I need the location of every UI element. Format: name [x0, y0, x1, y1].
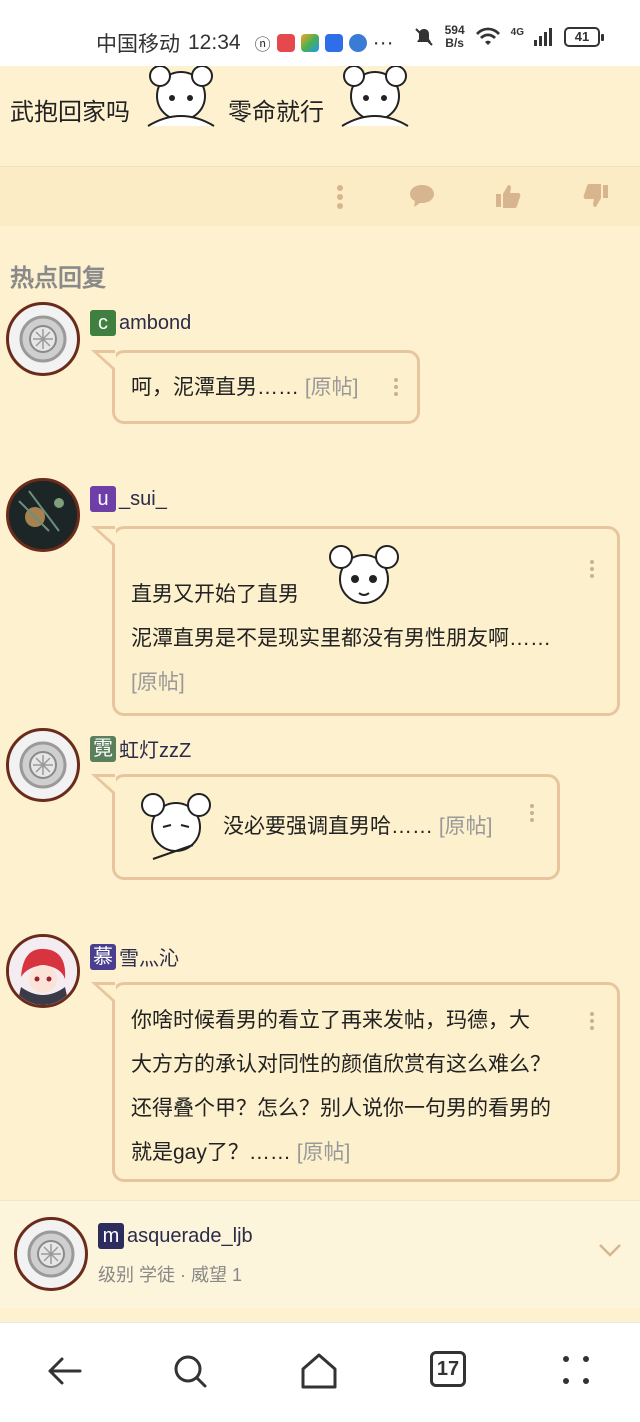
- post-text-b: 零命就行: [228, 99, 324, 126]
- app-blue-icon: [324, 34, 343, 52]
- reply-bubble[interactable]: 呵，泥潭直男…… [原帖]: [91, 350, 420, 424]
- original-post-link[interactable]: [原帖]: [131, 661, 551, 705]
- notification-icons: ⓝ ···: [255, 31, 394, 55]
- username-text: _sui_: [119, 487, 167, 510]
- signal-icon: [534, 28, 552, 46]
- username[interactable]: m asquerade_ljb: [98, 1223, 253, 1249]
- username-text: ambond: [119, 311, 192, 334]
- user-level-reputation: 级别 学徒 · 威望 1: [98, 1265, 243, 1285]
- net-speed: 594 B/s: [445, 24, 465, 50]
- user-badge: u: [90, 486, 116, 512]
- reply-bubble[interactable]: 没必要强调直男哈…… [原帖]: [91, 774, 560, 880]
- reply-more-icon[interactable]: [393, 377, 399, 397]
- status-left: 中国移动 12:34 ⓝ ···: [96, 28, 394, 58]
- app-red-icon: [276, 34, 295, 52]
- reply-line: 你啥时候看男的看立了再来发帖，玛德，大: [131, 1009, 530, 1032]
- original-post-link[interactable]: [原帖]: [305, 376, 359, 399]
- comment-icon[interactable]: [408, 183, 436, 209]
- search-icon[interactable]: [170, 1351, 210, 1391]
- post-action-bar: [0, 166, 640, 226]
- user-avatar-image: [9, 937, 77, 1005]
- user-badge: 慕: [90, 943, 116, 970]
- reply-more-icon[interactable]: [529, 803, 535, 823]
- username[interactable]: c ambond: [90, 310, 191, 336]
- thumbs-down-icon[interactable]: [582, 183, 610, 209]
- username-text: 虹灯zzZ: [119, 740, 192, 762]
- reply-bubble[interactable]: 直男又开始了直男 泥潭直男是不是现实里都没有男性朋友啊…… [原帖]: [91, 526, 620, 716]
- app-multicolor-icon: [300, 34, 319, 52]
- default-avatar-icon: [19, 741, 67, 789]
- reply-line: 还得叠个甲？怎么？别人说你一句男的看男的: [131, 1097, 551, 1120]
- chevron-down-icon[interactable]: [598, 1243, 622, 1257]
- tabs-count-button[interactable]: 17: [430, 1351, 466, 1387]
- reply-line: 大方方的承认对同性的颜值欣赏有这么难么？: [131, 1053, 551, 1076]
- menu-dots-icon[interactable]: [560, 1351, 592, 1391]
- reply-bubble[interactable]: 你啥时候看男的看立了再来发帖，玛德，大 大方方的承认对同性的颜值欣赏有这么难么？…: [91, 982, 620, 1182]
- net-speed-unit: B/s: [445, 36, 464, 50]
- anime-sticker-icon: [147, 66, 215, 127]
- username-text: asquerade_ljb: [127, 1224, 253, 1247]
- default-avatar-icon: [27, 1230, 75, 1278]
- status-bar: 中国移动 12:34 ⓝ ··· 594 B/s 4G 41: [0, 0, 640, 66]
- user-badge: c: [90, 310, 116, 336]
- username[interactable]: u _sui_: [90, 486, 167, 512]
- app-browser-icon: [348, 34, 367, 52]
- carrier-label: 中国移动: [96, 33, 180, 56]
- avatar[interactable]: [6, 728, 80, 802]
- mute-bell-icon: [414, 28, 433, 46]
- reply-more-icon[interactable]: [589, 559, 595, 579]
- anime-sticker-icon: [329, 545, 399, 604]
- reply-line: 就是gay了？……: [131, 1141, 291, 1164]
- user-badge: m: [98, 1223, 124, 1249]
- browser-navigation-bar: 17: [0, 1322, 640, 1422]
- avatar[interactable]: [6, 478, 80, 552]
- original-post-link[interactable]: [原帖]: [297, 1141, 351, 1164]
- next-post-author-bar[interactable]: m asquerade_ljb 级别 学徒 · 威望 1: [0, 1200, 640, 1308]
- default-avatar-icon: [19, 315, 67, 363]
- nfc-icon: ⓝ: [254, 37, 271, 54]
- thumbs-up-icon[interactable]: [494, 183, 522, 209]
- reply-line: 泥潭直男是不是现实里都没有男性朋友啊……: [131, 627, 551, 650]
- status-right: 594 B/s 4G 41: [413, 24, 604, 50]
- post-content: 武抱回家吗 零命就行: [0, 66, 640, 164]
- username[interactable]: 霓 虹灯zzZ: [90, 734, 191, 763]
- username[interactable]: 慕 雪灬沁: [90, 942, 179, 971]
- reply-text: 你啥时候看男的看立了再来发帖，玛德，大 大方方的承认对同性的颜值欣赏有这么难么？…: [131, 999, 601, 1175]
- avatar[interactable]: [6, 302, 80, 376]
- signal-type-label: 4G: [510, 26, 524, 38]
- original-post-link[interactable]: [原帖]: [439, 815, 493, 838]
- user-badge: 霓: [90, 735, 116, 762]
- reply-more-icon[interactable]: [589, 1011, 595, 1031]
- anime-sticker-icon: [141, 793, 211, 860]
- post-text-a: 武抱回家吗: [10, 99, 130, 126]
- reply-line: 呵，泥潭直男……: [131, 376, 299, 399]
- anime-sticker-icon: [341, 66, 409, 127]
- home-icon[interactable]: [298, 1351, 340, 1391]
- user-avatar-image: [9, 481, 77, 549]
- reply-text: 没必要强调直男哈…… [原帖]: [223, 805, 493, 849]
- avatar[interactable]: [6, 934, 80, 1008]
- reply-text: 呵，泥潭直男…… [原帖]: [131, 366, 359, 410]
- clock: 12:34: [188, 31, 241, 54]
- reply-line: 没必要强调直男哈……: [223, 815, 433, 838]
- back-arrow-icon[interactable]: [44, 1351, 84, 1391]
- wifi-icon: [475, 27, 500, 45]
- hot-replies-title: 热点回复: [10, 265, 106, 292]
- more-options-icon[interactable]: [334, 183, 346, 211]
- avatar[interactable]: [14, 1217, 88, 1291]
- username-text: 雪灬沁: [119, 948, 179, 970]
- more-notifications-icon: ···: [372, 31, 394, 54]
- battery-indicator: 41: [564, 27, 604, 47]
